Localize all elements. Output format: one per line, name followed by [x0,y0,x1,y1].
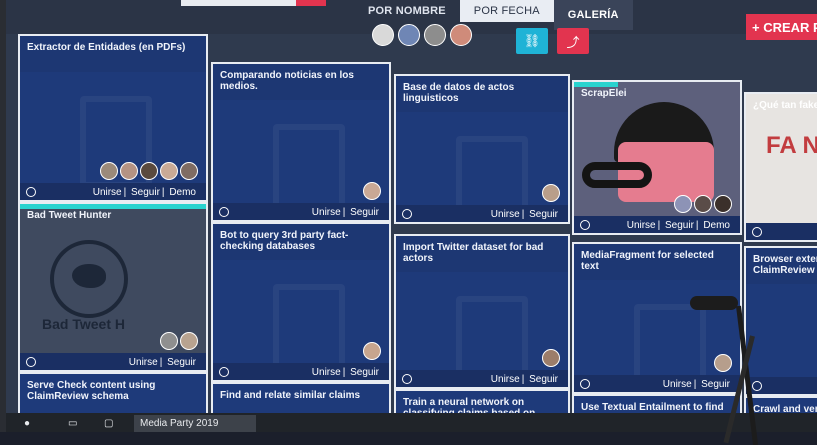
demo-link[interactable]: Demo [169,187,196,198]
project-title[interactable]: Serve Check content using ClaimReview sc… [27,380,198,402]
members-avatars [363,182,381,200]
progress-accent [574,82,618,87]
clock-icon [402,374,412,384]
project-card[interactable]: Browser exten ClaimReview p [744,246,817,396]
project-card[interactable]: Extractor de Entidades (en PDFs) Unirse |… [18,34,208,202]
app-icon[interactable]: ▢ [98,415,124,432]
avatar[interactable] [714,195,732,213]
clock-icon [219,207,229,217]
join-link[interactable]: Unirse [491,209,520,220]
follow-link[interactable]: Seguir [350,367,379,378]
clock-icon [580,379,590,389]
taskbar-window-item[interactable]: Media Party 2019 [134,415,256,432]
project-title[interactable]: Base de datos de actos linguisticos [403,82,560,104]
members-avatars [542,349,560,367]
project-card[interactable]: Bad Tweet Hunter Bad Tweet H Unirse | Seg… [18,202,208,372]
members-avatars [160,332,198,350]
avatar[interactable] [363,182,381,200]
card-actions: Unirse | Seguir [490,209,558,220]
clock-icon [26,357,36,367]
avatar[interactable] [542,349,560,367]
join-link[interactable]: Unirse [627,220,656,231]
join-link[interactable]: Unirse [491,374,520,385]
os-taskbar: ● ▭ ▢ Media Party 2019 [6,413,817,432]
join-link[interactable]: Unirse [129,357,158,368]
clock-icon [26,187,36,197]
project-title[interactable]: Bad Tweet Hunter [27,210,198,221]
project-gallery: Extractor de Entidades (en PDFs) Unirse |… [18,34,817,432]
app-window: POR NOMBRE POR FECHA GALERÍA ⛓ ⤴ + CREAR… [6,0,817,432]
chrome-icon[interactable]: ● [18,415,46,432]
avatar[interactable] [140,162,158,180]
project-title[interactable]: MediaFragment for selected text [581,250,732,272]
clock-icon [402,209,412,219]
clock-icon [752,381,762,391]
join-link[interactable]: Unirse [93,187,122,198]
avatar[interactable] [180,332,198,350]
project-image-text: FA N [766,132,817,159]
tab-galeria[interactable]: GALERÍA [553,0,633,30]
card-actions: Unirse | Seguir [662,379,730,390]
project-card[interactable]: Import Twitter dataset for bad actors Un… [394,234,570,389]
card-actions: Unirse | Seguir | Demo [92,187,196,198]
folder-icon[interactable]: ▭ [62,415,88,432]
project-card[interactable]: Base de datos de actos linguisticos Unir… [394,74,570,224]
avatar[interactable] [542,184,560,202]
card-actions: Unirse | Seguir [128,357,196,368]
progress-accent [20,204,206,209]
project-card[interactable]: Comparando noticias en los medios. Unirs… [211,62,391,222]
members-avatars [542,184,560,202]
project-image-text: Bad Tweet H [42,316,125,332]
avatar[interactable] [674,195,692,213]
tab-por-nombre[interactable]: POR NOMBRE [354,0,460,22]
follow-link[interactable]: Seguir [665,220,694,231]
microphone-head [690,296,738,310]
members-avatars [363,342,381,360]
project-title[interactable]: Import Twitter dataset for bad actors [403,242,560,264]
avatar[interactable] [694,195,712,213]
avatar[interactable] [160,162,178,180]
avatar[interactable] [160,332,178,350]
project-card[interactable]: MediaFragment for selected text Unirse | … [572,242,742,394]
project-title[interactable]: Extractor de Entidades (en PDFs) [27,42,198,53]
project-card[interactable]: FA N ¿Qué tan fake [744,92,817,242]
avatar[interactable] [714,354,732,372]
tab-por-fecha[interactable]: POR FECHA [459,0,554,22]
members-avatars [674,195,732,213]
avatar[interactable] [180,162,198,180]
twitter-bird-icon [72,264,106,288]
card-actions: Unirse | Seguir [490,374,558,385]
project-image [582,162,652,188]
clock-icon [752,227,762,237]
project-title[interactable]: Comparando noticias en los medios. [220,70,381,92]
project-card[interactable]: ScrapElei Unirse | Seguir | Demo [572,80,742,235]
card-actions: Unirse | Seguir | Demo [626,220,730,231]
project-card[interactable]: Bot to query 3rd party fact-checking dat… [211,222,391,382]
follow-link[interactable]: Seguir [529,374,558,385]
follow-link[interactable]: Seguir [529,209,558,220]
card-actions: Unirse | Seguir [311,207,379,218]
members-avatars [714,354,732,372]
search-button[interactable] [296,0,326,6]
members-avatars [100,162,198,180]
follow-link[interactable]: Seguir [350,207,379,218]
clock-icon [580,220,590,230]
project-title[interactable]: ¿Qué tan fake [753,100,817,111]
follow-link[interactable]: Seguir [131,187,160,198]
card-actions: Unirse | Seguir [311,367,379,378]
join-link[interactable]: Unirse [312,367,341,378]
project-title[interactable]: ScrapElei [581,88,732,99]
project-title[interactable]: Find and relate similar claims [220,390,381,401]
avatar[interactable] [100,162,118,180]
follow-link[interactable]: Seguir [701,379,730,390]
join-link[interactable]: Unirse [312,207,341,218]
project-title[interactable]: Browser exten ClaimReview p [753,254,817,276]
follow-link[interactable]: Seguir [167,357,196,368]
avatar[interactable] [363,342,381,360]
clock-icon [219,367,229,377]
project-title[interactable]: Bot to query 3rd party fact-checking dat… [220,230,381,252]
demo-link[interactable]: Demo [703,220,730,231]
avatar[interactable] [120,162,138,180]
join-link[interactable]: Unirse [663,379,692,390]
